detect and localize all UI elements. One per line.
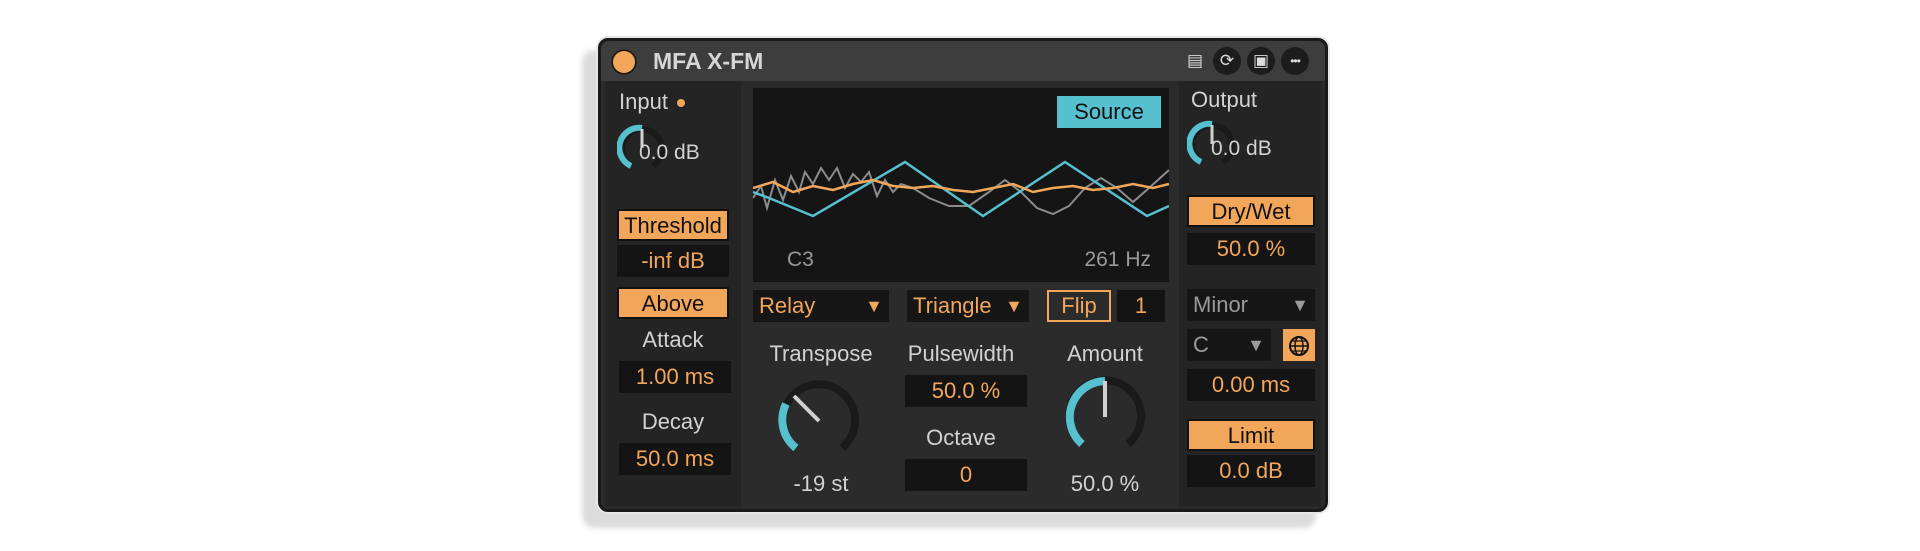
above-button[interactable]: Above — [617, 287, 729, 319]
octave-value[interactable]: 0 — [905, 459, 1027, 491]
waveform-scope: Source C3 261 Hz — [753, 88, 1169, 282]
source-button[interactable]: Source — [1057, 96, 1161, 128]
threshold-value[interactable]: -inf dB — [617, 245, 729, 277]
output-panel: Output 0.0 dB Dry/Wet 50.0 % Minor ▼ C ▼ 0… — [1179, 81, 1321, 507]
pulsewidth-label: Pulsewidth — [907, 341, 1015, 366]
wave-dropdown[interactable]: Triangle ▼ — [907, 290, 1029, 322]
amount-knob[interactable] — [1055, 367, 1155, 467]
power-button[interactable] — [611, 49, 637, 75]
input-indicator-dot — [677, 99, 685, 107]
flip-value[interactable]: 1 — [1117, 290, 1165, 322]
output-label: Output — [1191, 87, 1258, 112]
scope-frequency-label: 261 Hz — [1084, 248, 1151, 271]
octave-label: Octave — [926, 425, 996, 450]
transpose-value: -19 st — [793, 471, 849, 496]
scope-note-label: C3 — [787, 248, 814, 271]
threshold-button[interactable]: Threshold — [617, 209, 729, 241]
limit-button[interactable]: Limit — [1187, 419, 1315, 451]
scale-dropdown[interactable]: Minor ▼ — [1187, 289, 1315, 321]
attack-label: Attack — [642, 327, 704, 352]
device-window: MFA X-FM ▤ ⟳ ▣ ••• Input 0.0 dB Threshol… — [598, 38, 1328, 512]
chevron-down-icon: ▼ — [1291, 295, 1309, 315]
decay-value[interactable]: 50.0 ms — [619, 443, 731, 475]
more-icon[interactable]: ••• — [1281, 47, 1309, 75]
globe-icon-shape — [1289, 335, 1309, 356]
dry-wet-value[interactable]: 50.0 % — [1187, 233, 1315, 265]
key-value: C — [1193, 332, 1209, 357]
save-icon[interactable]: ▣ — [1247, 47, 1275, 75]
input-label: Input — [619, 89, 668, 114]
input-panel: Input 0.0 dB Threshold -inf dB Above Att… — [605, 81, 741, 507]
mode-dropdown[interactable]: Relay ▼ — [753, 290, 889, 322]
output-gain-value: 0.0 dB — [1211, 137, 1272, 160]
amount-value: 50.0 % — [1070, 471, 1140, 496]
title-bar: MFA X-FM ▤ ⟳ ▣ ••• — [601, 41, 1325, 81]
time-value[interactable]: 0.00 ms — [1187, 369, 1315, 401]
flip-button[interactable]: Flip — [1047, 290, 1111, 322]
decay-label: Decay — [641, 409, 705, 434]
transpose-label: Transpose — [769, 341, 873, 366]
dry-wet-button[interactable]: Dry/Wet — [1187, 195, 1315, 227]
sync-icon[interactable]: ⟳ — [1213, 47, 1241, 75]
globe-icon[interactable] — [1283, 329, 1315, 361]
pulsewidth-value[interactable]: 50.0 % — [905, 375, 1027, 407]
chevron-down-icon: ▼ — [865, 296, 883, 316]
limit-value[interactable]: 0.0 dB — [1187, 455, 1315, 487]
chevron-down-icon: ▼ — [1247, 335, 1265, 355]
transpose-knob[interactable] — [769, 371, 869, 471]
input-gain-value: 0.0 dB — [639, 141, 700, 164]
chevron-down-icon: ▼ — [1005, 296, 1023, 316]
mode-value: Relay — [759, 293, 816, 318]
attack-value[interactable]: 1.00 ms — [619, 361, 731, 393]
wave-value: Triangle — [913, 293, 992, 318]
amount-label: Amount — [1067, 341, 1143, 366]
scale-value: Minor — [1193, 292, 1249, 317]
device-title: MFA X-FM — [653, 48, 764, 74]
clip-icon[interactable]: ▤ — [1181, 47, 1209, 75]
key-dropdown[interactable]: C ▼ — [1187, 329, 1271, 361]
